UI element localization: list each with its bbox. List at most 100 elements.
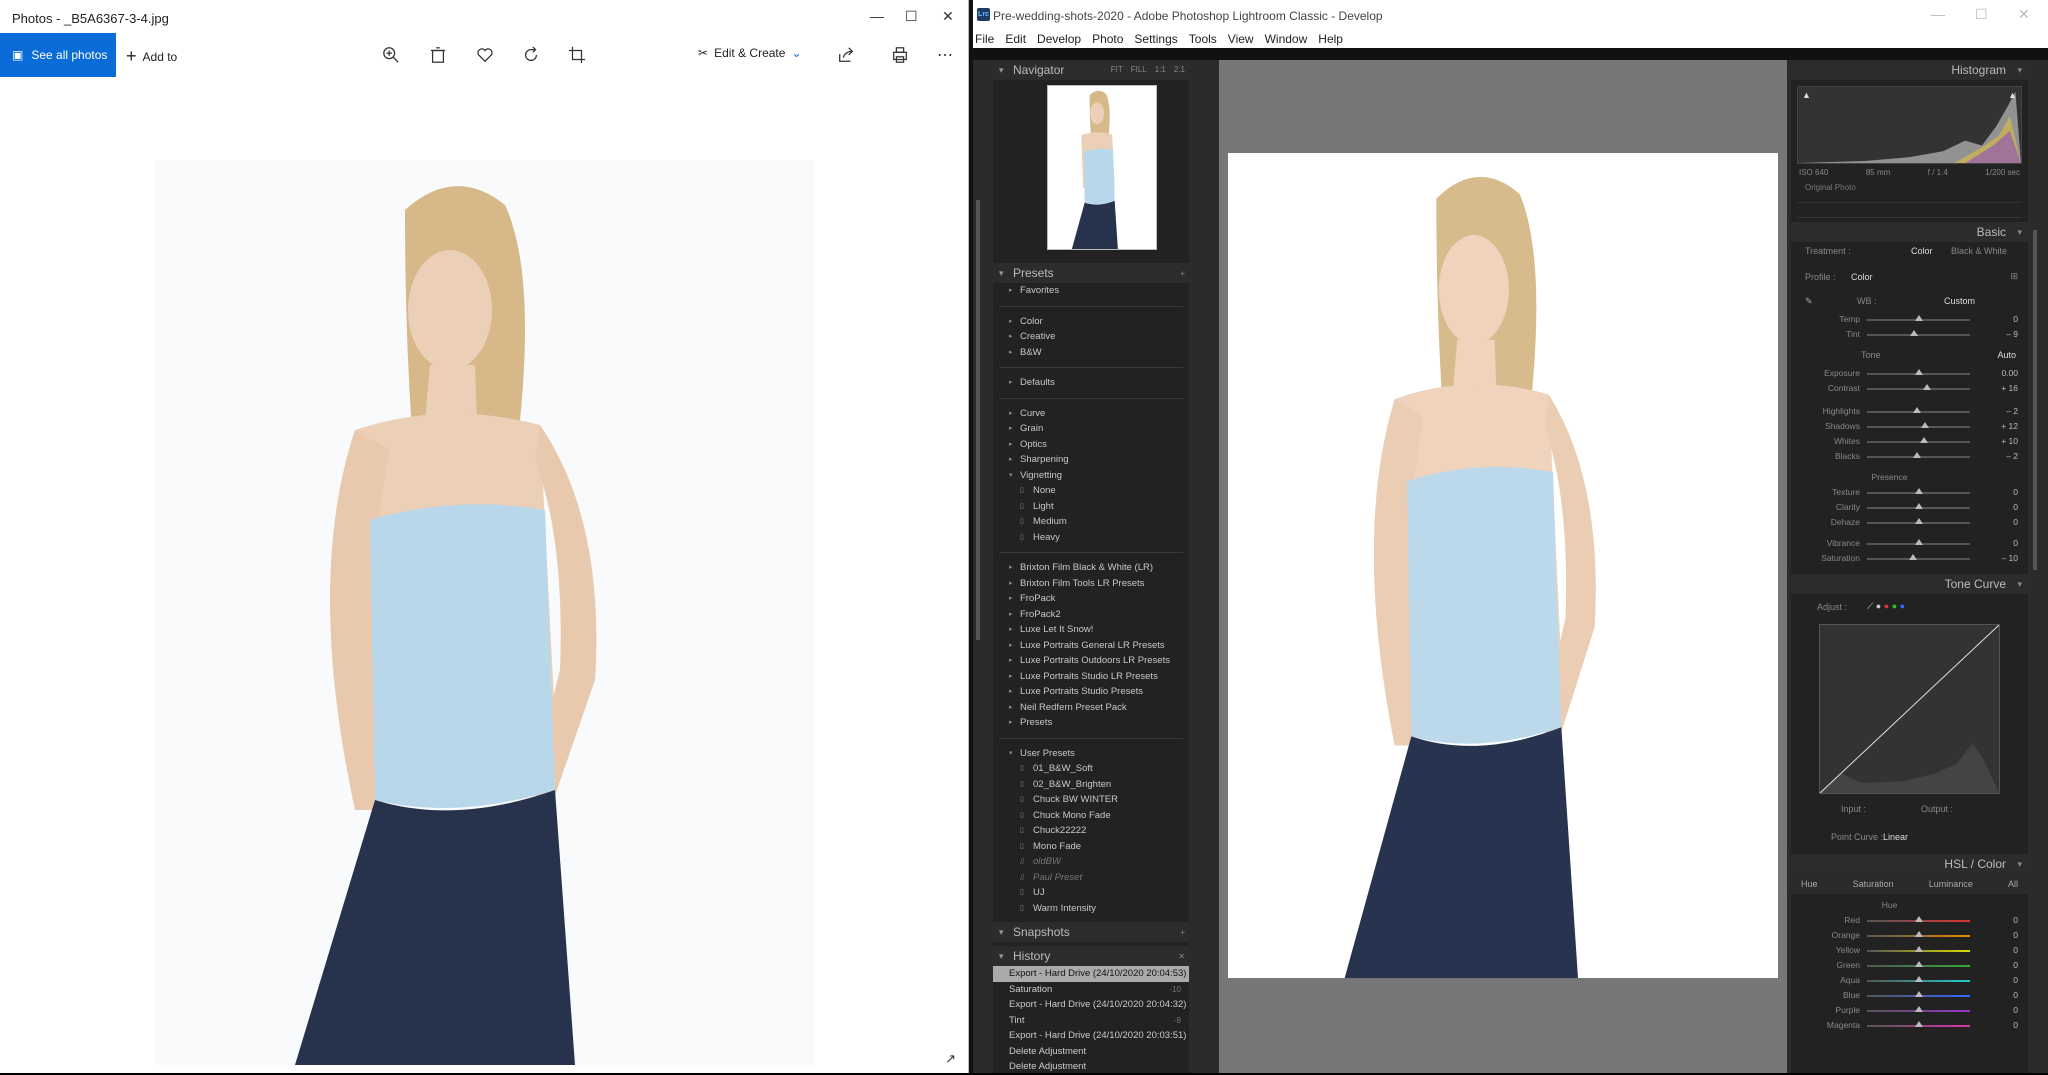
tone-curve-graph[interactable]: [1819, 624, 2000, 794]
slider-knob[interactable]: [1914, 916, 1923, 922]
preset-group[interactable]: Presets: [993, 715, 1189, 731]
slider-knob[interactable]: [1914, 946, 1923, 952]
preset-item[interactable]: Paul Preset: [993, 870, 1189, 886]
slider-knob[interactable]: [1920, 422, 1929, 428]
preset-item[interactable]: Chuck Mono Fade: [993, 808, 1189, 824]
minimize-icon[interactable]: —: [870, 8, 884, 24]
slider-value[interactable]: + 16: [2001, 383, 2018, 393]
slider-value[interactable]: 0: [2013, 975, 2018, 985]
preset-group[interactable]: Brixton Film Tools LR Presets: [993, 576, 1189, 592]
preset-item[interactable]: None: [993, 483, 1189, 499]
navigator-header[interactable]: Navigator FIT FILL 1:1 2:1: [993, 60, 1189, 80]
shadow-clip-icon[interactable]: ▲: [1802, 90, 1811, 100]
tab-hue[interactable]: Hue: [1801, 879, 1818, 889]
zoom-fit[interactable]: FIT: [1111, 65, 1123, 74]
slider-track[interactable]: [1867, 426, 1970, 428]
slider-value[interactable]: – 2: [2006, 406, 2018, 416]
slider-value[interactable]: 0: [2013, 1020, 2018, 1030]
slider-knob[interactable]: [1914, 931, 1923, 937]
slider-knob[interactable]: [1914, 1006, 1923, 1012]
preset-group[interactable]: FroPack2: [993, 607, 1189, 623]
maximize-icon[interactable]: ☐: [905, 8, 918, 25]
lr-close-icon[interactable]: ✕: [2018, 6, 2030, 23]
slider-knob[interactable]: [1914, 1021, 1923, 1027]
slider-value[interactable]: 0: [2013, 915, 2018, 925]
slider-value[interactable]: 0: [2013, 945, 2018, 955]
tab-all[interactable]: All: [2008, 879, 2018, 889]
highlight-clip-icon[interactable]: ▲: [2008, 90, 2017, 100]
slider-value[interactable]: 0: [2013, 538, 2018, 548]
preset-group[interactable]: Color: [993, 314, 1189, 330]
history-item[interactable]: Export - Hard Drive (24/10/2020 20:03:51…: [993, 1028, 1189, 1044]
preset-item[interactable]: Mono Fade: [993, 839, 1189, 855]
slider-value[interactable]: 0: [2013, 930, 2018, 940]
wb-value[interactable]: Custom: [1944, 296, 1975, 306]
preset-group-vignetting[interactable]: Vignetting: [993, 468, 1189, 484]
slider-knob[interactable]: [1910, 330, 1919, 336]
zoom-1-1[interactable]: 1:1: [1155, 65, 1166, 74]
preset-group[interactable]: Grain: [993, 421, 1189, 437]
slider-value[interactable]: 0: [2013, 502, 2018, 512]
lr-minimize-icon[interactable]: —: [1931, 6, 1945, 22]
history-item[interactable]: Delete Adjustment: [993, 1059, 1189, 1075]
slider-knob[interactable]: [1914, 518, 1923, 524]
preset-group[interactable]: FroPack: [993, 591, 1189, 607]
develop-toolstrip[interactable]: [1797, 202, 2022, 218]
menu-help[interactable]: Help: [1318, 32, 1343, 46]
preset-item[interactable]: Warm Intensity: [993, 901, 1189, 917]
delete-icon[interactable]: [428, 45, 448, 65]
slider-knob[interactable]: [1914, 961, 1923, 967]
slider-knob[interactable]: [1913, 407, 1922, 413]
menu-develop[interactable]: Develop: [1037, 32, 1081, 46]
preset-group[interactable]: Defaults: [993, 375, 1189, 391]
treatment-bw[interactable]: Black & White: [1951, 246, 2007, 256]
preset-group[interactable]: Curve: [993, 406, 1189, 422]
more-options-icon[interactable]: ⋯: [935, 45, 955, 65]
navigator-preview[interactable]: [993, 80, 1189, 263]
slider-knob[interactable]: [1909, 554, 1918, 560]
preset-item[interactable]: Chuck22222: [993, 823, 1189, 839]
zoom-icon[interactable]: [381, 45, 401, 65]
menu-view[interactable]: View: [1228, 32, 1254, 46]
history-item[interactable]: Export - Hard Drive (24/10/2020 20:04:32…: [993, 997, 1189, 1013]
slider-knob[interactable]: [1914, 369, 1923, 375]
slider-value[interactable]: 0: [2013, 990, 2018, 1000]
share-icon[interactable]: [836, 45, 856, 65]
menu-file[interactable]: File: [975, 32, 994, 46]
preset-group-user[interactable]: User Presets: [993, 746, 1189, 762]
tab-luminance[interactable]: Luminance: [1929, 879, 1973, 889]
slider-knob[interactable]: [1914, 976, 1923, 982]
history-item[interactable]: Tint -9: [993, 1013, 1189, 1029]
history-header[interactable]: History✕: [993, 946, 1189, 966]
preset-item[interactable]: 01_B&W_Soft: [993, 761, 1189, 777]
left-panel-scrollbar[interactable]: [976, 200, 980, 640]
profile-browser-icon[interactable]: ⊞: [2010, 271, 2018, 282]
fullscreen-icon[interactable]: ↗: [945, 1051, 956, 1067]
treatment-color[interactable]: Color: [1911, 246, 1933, 256]
preset-item[interactable]: Medium: [993, 514, 1189, 530]
preset-group[interactable]: Luxe Portraits Outdoors LR Presets: [993, 653, 1189, 669]
preset-group[interactable]: Sharpening: [993, 452, 1189, 468]
histogram-header[interactable]: Histogram: [1791, 60, 2028, 80]
preset-group[interactable]: Optics: [993, 437, 1189, 453]
slider-knob[interactable]: [1914, 539, 1923, 545]
history-item[interactable]: Export - Hard Drive (24/10/2020 20:04:53…: [993, 966, 1189, 982]
curve-channel-icons[interactable]: ⟋ ● ● ● ●: [1867, 601, 1905, 612]
preset-group[interactable]: Favorites: [993, 283, 1189, 299]
lr-maximize-icon[interactable]: ☐: [1975, 6, 1988, 23]
tone-curve-header[interactable]: Tone Curve: [1791, 574, 2028, 594]
preset-group[interactable]: B&W: [993, 345, 1189, 361]
hsl-header[interactable]: HSL / Color: [1791, 854, 2028, 874]
menu-tools[interactable]: Tools: [1189, 32, 1217, 46]
close-icon[interactable]: ✕: [942, 8, 954, 25]
slider-value[interactable]: 0.00: [2001, 368, 2018, 378]
slider-track[interactable]: [1867, 558, 1970, 560]
slider-knob[interactable]: [1914, 315, 1923, 321]
preset-group[interactable]: Luxe Portraits Studio Presets: [993, 684, 1189, 700]
preset-group[interactable]: Luxe Portraits Studio LR Presets: [993, 669, 1189, 685]
eyedropper-icon[interactable]: ✎: [1805, 296, 1813, 307]
add-to-button[interactable]: + Add to: [126, 46, 177, 67]
photo-viewer[interactable]: [155, 160, 815, 1065]
slider-track[interactable]: [1867, 441, 1970, 443]
slider-value[interactable]: + 12: [2001, 421, 2018, 431]
